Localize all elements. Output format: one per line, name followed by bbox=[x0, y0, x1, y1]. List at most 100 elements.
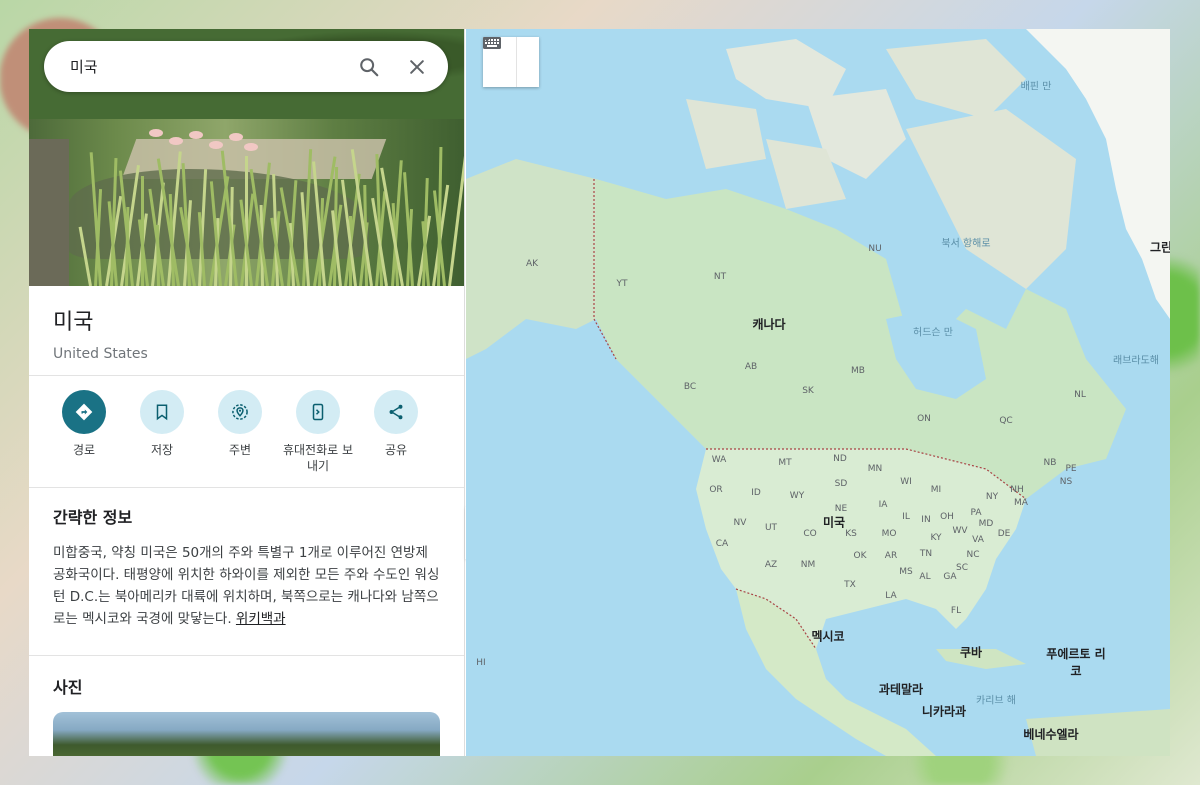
map-label-region: NM bbox=[800, 560, 816, 570]
bookmark-icon bbox=[156, 404, 168, 421]
map-label-region: IL bbox=[902, 512, 910, 522]
map-label-region: VA bbox=[972, 535, 984, 545]
map-label-region: NY bbox=[985, 492, 999, 502]
map-label-region: AZ bbox=[764, 560, 778, 570]
map-label-region: NE bbox=[834, 504, 848, 514]
nearby-label: 주변 bbox=[228, 443, 252, 457]
map-label-usa[interactable]: 미국 bbox=[823, 514, 845, 531]
map-label-region: GA bbox=[943, 572, 957, 582]
keyboard-shortcuts-button[interactable] bbox=[483, 37, 539, 87]
map-label-region: BC bbox=[683, 382, 697, 392]
map-label-region: FL bbox=[950, 606, 962, 616]
map-label-region: KY bbox=[930, 533, 942, 543]
chevron-down-icon bbox=[483, 37, 491, 42]
grass-blade bbox=[403, 172, 415, 286]
map-label-region: OH bbox=[940, 512, 954, 522]
map-label-region: OK bbox=[853, 551, 867, 561]
map-label-region: TN bbox=[919, 549, 933, 559]
nearby-button[interactable]: 주변 bbox=[201, 390, 279, 487]
map-label-region: CA bbox=[715, 539, 729, 549]
map-label-canada[interactable]: 캐나다 bbox=[752, 316, 785, 333]
map-label-region: SK bbox=[802, 386, 814, 396]
map-label-labrador-sea: 래브라도해 bbox=[1113, 355, 1159, 367]
map-label-region: PE bbox=[1065, 464, 1077, 474]
map-label-hudson-bay: 허드슨 만 bbox=[913, 327, 953, 339]
map-label-region: LA bbox=[885, 591, 897, 601]
map-label-region: AR bbox=[884, 551, 898, 561]
map-label-nicaragua[interactable]: 니카라과 bbox=[922, 703, 966, 720]
map-label-region: SC bbox=[956, 563, 968, 573]
search-input[interactable]: 미국 bbox=[70, 56, 338, 77]
quick-facts: 간략한 정보 미합중국, 약칭 미국은 50개의 주와 특별구 1개로 이루어진… bbox=[29, 488, 464, 656]
map-label-caribbean-sea: 카리브 해 bbox=[976, 695, 1016, 707]
map-label-region: NS bbox=[1059, 477, 1073, 487]
map-label-region: QC bbox=[999, 416, 1013, 426]
map-label-region: ON bbox=[917, 414, 931, 424]
map-label-region: HI bbox=[476, 658, 486, 668]
map-label-region: WY bbox=[789, 491, 805, 501]
map-label-region: NV bbox=[733, 518, 747, 528]
map-label-region: WI bbox=[900, 477, 912, 487]
place-panel: 미국 미국 United States 경로 저장 주변 휴대전화로 보내기 공… bbox=[29, 29, 465, 756]
send-to-phone-button[interactable]: 휴대전화로 보내기 bbox=[279, 390, 357, 487]
map-label-region: MB bbox=[851, 366, 865, 376]
send-to-phone-label: 휴대전화로 보내기 bbox=[282, 443, 354, 473]
map-label-region: WA bbox=[711, 455, 727, 465]
save-button[interactable]: 저장 bbox=[123, 390, 201, 487]
map-label-region: DE bbox=[997, 529, 1011, 539]
place-header: 미국 United States bbox=[29, 286, 464, 376]
map-label-region: TX bbox=[844, 580, 856, 590]
map-label-region: UT bbox=[764, 523, 778, 533]
photos-title: 사진 bbox=[53, 678, 83, 697]
map-label-baffin-bay: 배핀 만 bbox=[1020, 81, 1052, 93]
map-label-region: NU bbox=[868, 244, 882, 254]
map-label-region: NT bbox=[713, 272, 727, 282]
map-label-region: MT bbox=[778, 458, 792, 468]
map-label-region: NC bbox=[966, 550, 980, 560]
clear-search-button[interactable] bbox=[400, 50, 434, 84]
map-label-venezuela[interactable]: 베네수엘라 bbox=[1023, 726, 1078, 743]
map-label-region: PA bbox=[970, 508, 982, 518]
map-canvas[interactable]: 캐나다 미국 멕시코 쿠바 푸에르토 리코 과테말라 니카라과 베네수엘라 그린 배핀 만 북서 항… bbox=[466, 29, 1170, 756]
map-label-region: IN bbox=[921, 515, 931, 525]
place-title: 미국 bbox=[53, 310, 94, 335]
map-label-region: MN bbox=[867, 464, 883, 474]
search-button[interactable] bbox=[352, 50, 386, 84]
map-label-region: ND bbox=[833, 454, 847, 464]
directions-icon bbox=[75, 403, 93, 421]
map-label-region: NH bbox=[1010, 485, 1024, 495]
map-label-region: MD bbox=[978, 519, 994, 529]
map-label-guatemala[interactable]: 과테말라 bbox=[879, 681, 923, 698]
share-label: 공유 bbox=[384, 443, 408, 457]
directions-button[interactable]: 경로 bbox=[45, 390, 123, 487]
search-box[interactable]: 미국 bbox=[44, 41, 448, 92]
map-label-greenland[interactable]: 그린 bbox=[1150, 239, 1170, 256]
wikipedia-link[interactable]: 위키백과 bbox=[236, 611, 286, 627]
map-label-cuba[interactable]: 쿠바 bbox=[960, 644, 982, 661]
map-label-region: OR bbox=[709, 485, 723, 495]
share-button[interactable]: 공유 bbox=[357, 390, 435, 487]
photo-thumbnail[interactable] bbox=[53, 712, 440, 756]
map-label-region: AL bbox=[919, 572, 931, 582]
map-label-region: CO bbox=[803, 529, 817, 539]
quick-facts-body: 미합중국, 약칭 미국은 50개의 주와 특별구 1개로 이루어진 연방제 공화… bbox=[53, 542, 441, 630]
map-label-region: KS bbox=[845, 529, 857, 539]
search-icon bbox=[360, 57, 379, 76]
place-subtitle: United States bbox=[53, 346, 148, 362]
quick-facts-title: 간략한 정보 bbox=[53, 508, 133, 527]
map-label-region: MS bbox=[899, 567, 913, 577]
save-label: 저장 bbox=[150, 443, 174, 457]
share-icon bbox=[389, 404, 403, 420]
close-icon bbox=[410, 59, 424, 74]
map-label-region: NL bbox=[1074, 390, 1086, 400]
map-label-region: ID bbox=[751, 488, 761, 498]
send-to-phone-icon bbox=[312, 403, 324, 421]
grass-blade bbox=[447, 153, 464, 286]
map-label-puerto-rico[interactable]: 푸에르토 리코 bbox=[1046, 645, 1106, 679]
directions-label: 경로 bbox=[72, 443, 96, 457]
map-label-region: MI bbox=[930, 485, 942, 495]
map-label-region: NB bbox=[1043, 458, 1057, 468]
map-label-region: YT bbox=[616, 279, 628, 289]
map-label-mexico[interactable]: 멕시코 bbox=[811, 628, 844, 645]
map-label-region: MA bbox=[1014, 498, 1028, 508]
